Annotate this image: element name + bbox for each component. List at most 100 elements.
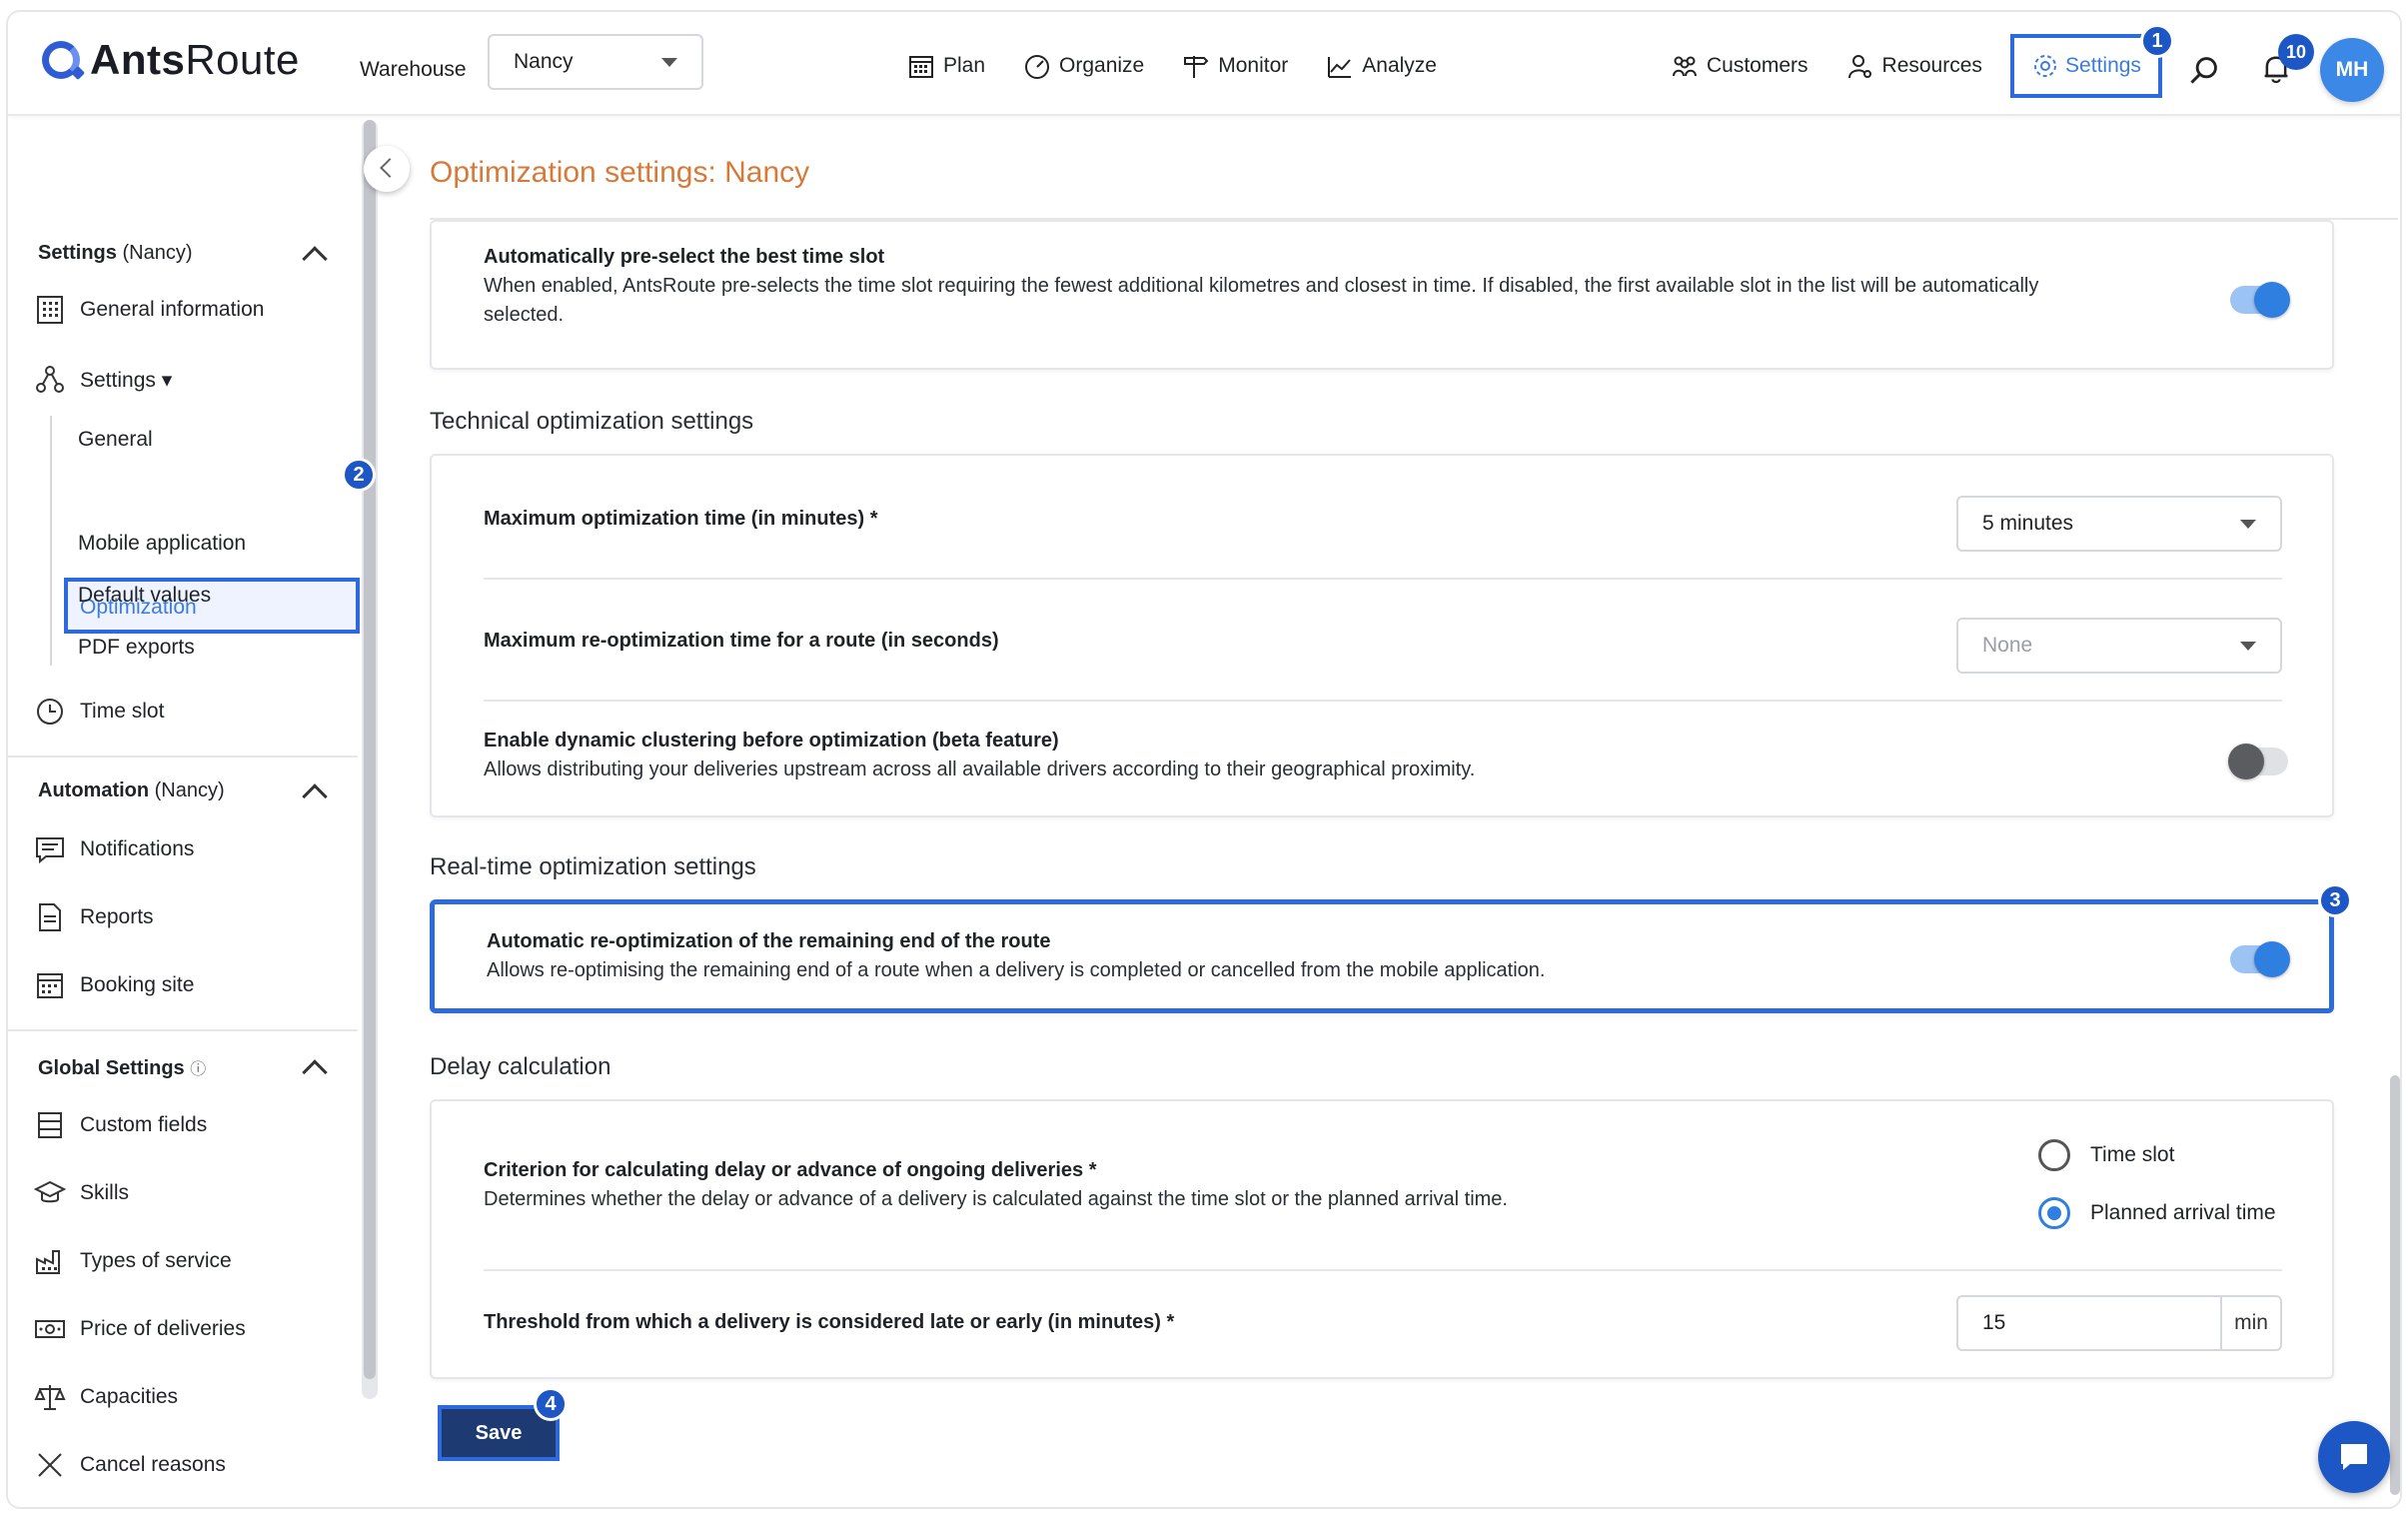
- sidebar-automation-heading[interactable]: Automation (Nancy): [38, 779, 225, 802]
- toggle-knob: [2228, 744, 2264, 779]
- list-icon: [38, 1112, 62, 1138]
- sidebar-item-label: General information: [80, 298, 265, 321]
- graduation-cap-icon: [34, 1180, 66, 1203]
- sidebar-item-booking-site[interactable]: Booking site: [34, 969, 194, 1001]
- logo-text-bold: Ants: [90, 36, 186, 83]
- preselect-card: Automatically pre-select the best time s…: [430, 220, 2334, 370]
- chevron-up-icon[interactable]: [302, 783, 328, 809]
- sidebar-item-skills[interactable]: Skills: [34, 1177, 129, 1209]
- warehouse-label: Warehouse: [360, 58, 467, 81]
- row-divider: [484, 578, 2282, 580]
- nav-monitor[interactable]: Monitor: [1182, 52, 1288, 80]
- sidebar-subitem-default-values[interactable]: Default values: [78, 584, 211, 608]
- max-opt-time-value: 5 minutes: [1982, 512, 2074, 535]
- settings-sidebar: Settings (Nancy) General information Set…: [8, 116, 360, 1507]
- warehouse-select[interactable]: Nancy: [488, 34, 703, 90]
- sidebar-settings-heading[interactable]: Settings (Nancy): [38, 242, 192, 265]
- delay-card: Criterion for calculating delay or advan…: [430, 1099, 2334, 1379]
- step-badge-1: 1: [2140, 24, 2174, 58]
- nav-monitor-label: Monitor: [1218, 54, 1289, 77]
- sidebar-item-price-of-deliveries[interactable]: Price of deliveries: [34, 1313, 246, 1345]
- auto-reopt-card: Automatic re-optimization of the remaini…: [430, 899, 2334, 1013]
- customers-icon: [1673, 56, 1697, 77]
- nav-plan-label: Plan: [943, 54, 986, 77]
- nav-analyze[interactable]: Analyze: [1326, 52, 1437, 80]
- preselect-toggle[interactable]: [2230, 282, 2290, 318]
- message-icon: [36, 837, 64, 864]
- nav-settings-button[interactable]: Settings: [2010, 34, 2162, 98]
- row-divider: [484, 700, 2282, 702]
- dynamic-clustering-toggle[interactable]: [2228, 744, 2288, 779]
- nav-organize[interactable]: Organize: [1023, 52, 1144, 80]
- nav-customers[interactable]: Customers: [1671, 52, 1808, 80]
- collapse-sidebar-button[interactable]: [364, 146, 410, 192]
- sidebar-global-heading[interactable]: Global Settings ⓘ: [38, 1055, 206, 1080]
- sidebar-item-label: Time slot: [80, 700, 165, 723]
- chat-button[interactable]: [2318, 1421, 2390, 1493]
- max-reopt-time-select[interactable]: None: [1956, 618, 2282, 674]
- realtime-section-label: Real-time optimization settings: [430, 853, 756, 880]
- page-title: Optimization settings: Nancy: [430, 156, 810, 189]
- document-icon: [39, 903, 61, 931]
- row-divider: [484, 1269, 2282, 1271]
- sidebar-item-label: Skills: [80, 1181, 130, 1204]
- chevron-up-icon[interactable]: [302, 246, 328, 272]
- radio-planned-arrival-time-label[interactable]: Planned arrival time: [2090, 1201, 2276, 1225]
- sidebar-item-label: Settings ▾: [80, 368, 173, 392]
- sidebar-item-time-slot[interactable]: Time slot: [34, 696, 164, 728]
- sidebar-item-custom-fields[interactable]: Custom fields: [34, 1109, 207, 1141]
- sidebar-item-reports[interactable]: Reports: [34, 901, 154, 933]
- sidebar-settings-heading-scope: (Nancy): [116, 242, 193, 264]
- nodes-icon: [36, 366, 64, 393]
- sidebar-subitem-mobile-application[interactable]: Mobile application: [78, 532, 246, 556]
- sidebar-item-capacities[interactable]: Capacities: [34, 1381, 178, 1413]
- main-nav: Plan Organize Monitor Analyze: [907, 52, 1437, 80]
- chat-bubble-icon: [2341, 1444, 2367, 1470]
- preselect-description: When enabled, AntsRoute pre-selects the …: [484, 275, 2039, 326]
- gear-icon: [2034, 55, 2057, 77]
- criterion-description: Determines whether the delay or advance …: [484, 1188, 1508, 1210]
- submenu-guide-line: [50, 416, 52, 666]
- calendar-icon: [37, 973, 63, 998]
- delay-section-label: Delay calculation: [430, 1053, 611, 1080]
- main-scrollbar[interactable]: [2390, 1075, 2400, 1495]
- preselect-title: Automatically pre-select the best time s…: [484, 246, 885, 268]
- scale-icon: [34, 1385, 66, 1410]
- nav-organize-label: Organize: [1059, 54, 1145, 77]
- radio-planned-arrival-time[interactable]: [2038, 1197, 2070, 1229]
- radio-time-slot-label[interactable]: Time slot: [2090, 1143, 2174, 1167]
- app-window: AntsRoute Warehouse Nancy Plan Organize …: [6, 10, 2402, 1509]
- sidebar-scrollbar-thumb[interactable]: [364, 120, 376, 1379]
- threshold-input[interactable]: 15 min: [1956, 1295, 2282, 1351]
- radio-time-slot[interactable]: [2038, 1139, 2070, 1171]
- sidebar-subitem-pdf-exports[interactable]: PDF exports: [78, 636, 195, 660]
- sidebar-item-label: Notifications: [80, 837, 195, 860]
- sidebar-item-label: Booking site: [80, 973, 195, 996]
- chevron-up-icon[interactable]: [302, 1059, 328, 1085]
- threshold-value[interactable]: 15: [1958, 1297, 2222, 1349]
- sidebar-item-notifications[interactable]: Notifications: [34, 833, 194, 865]
- technical-section-label: Technical optimization settings: [430, 408, 754, 435]
- sidebar-scrollbar[interactable]: [362, 120, 378, 1399]
- search-icon[interactable]: [2188, 54, 2220, 86]
- antsroute-logo[interactable]: AntsRoute: [42, 36, 300, 84]
- notification-count-badge: 10: [2278, 34, 2314, 70]
- sidebar-automation-heading-scope: (Nancy): [149, 779, 225, 801]
- sidebar-item-label: Price of deliveries: [80, 1317, 246, 1340]
- max-opt-time-title: Maximum optimization time (in minutes) *: [484, 508, 878, 530]
- user-avatar[interactable]: MH: [2320, 38, 2384, 102]
- sidebar-item-settings-group[interactable]: Settings ▾: [34, 364, 172, 396]
- nav-plan[interactable]: Plan: [907, 52, 985, 80]
- sidebar-item-label: Capacities: [80, 1385, 179, 1408]
- sidebar-subitem-general[interactable]: General: [78, 428, 153, 452]
- signpost-icon: [1184, 56, 1209, 78]
- sidebar-global-heading-bold: Global Settings: [38, 1057, 185, 1079]
- auto-reopt-description: Allows re-optimising the remaining end o…: [487, 959, 1546, 981]
- nav-resources[interactable]: Resources: [1846, 52, 1982, 80]
- sidebar-item-general-information[interactable]: General information: [34, 294, 264, 326]
- logo-text: Route: [185, 36, 300, 83]
- sidebar-item-types-of-service[interactable]: Types of service: [34, 1245, 232, 1277]
- max-opt-time-select[interactable]: 5 minutes: [1956, 496, 2282, 552]
- auto-reopt-toggle[interactable]: [2230, 941, 2290, 977]
- sidebar-item-cancel-reasons[interactable]: Cancel reasons: [34, 1449, 226, 1481]
